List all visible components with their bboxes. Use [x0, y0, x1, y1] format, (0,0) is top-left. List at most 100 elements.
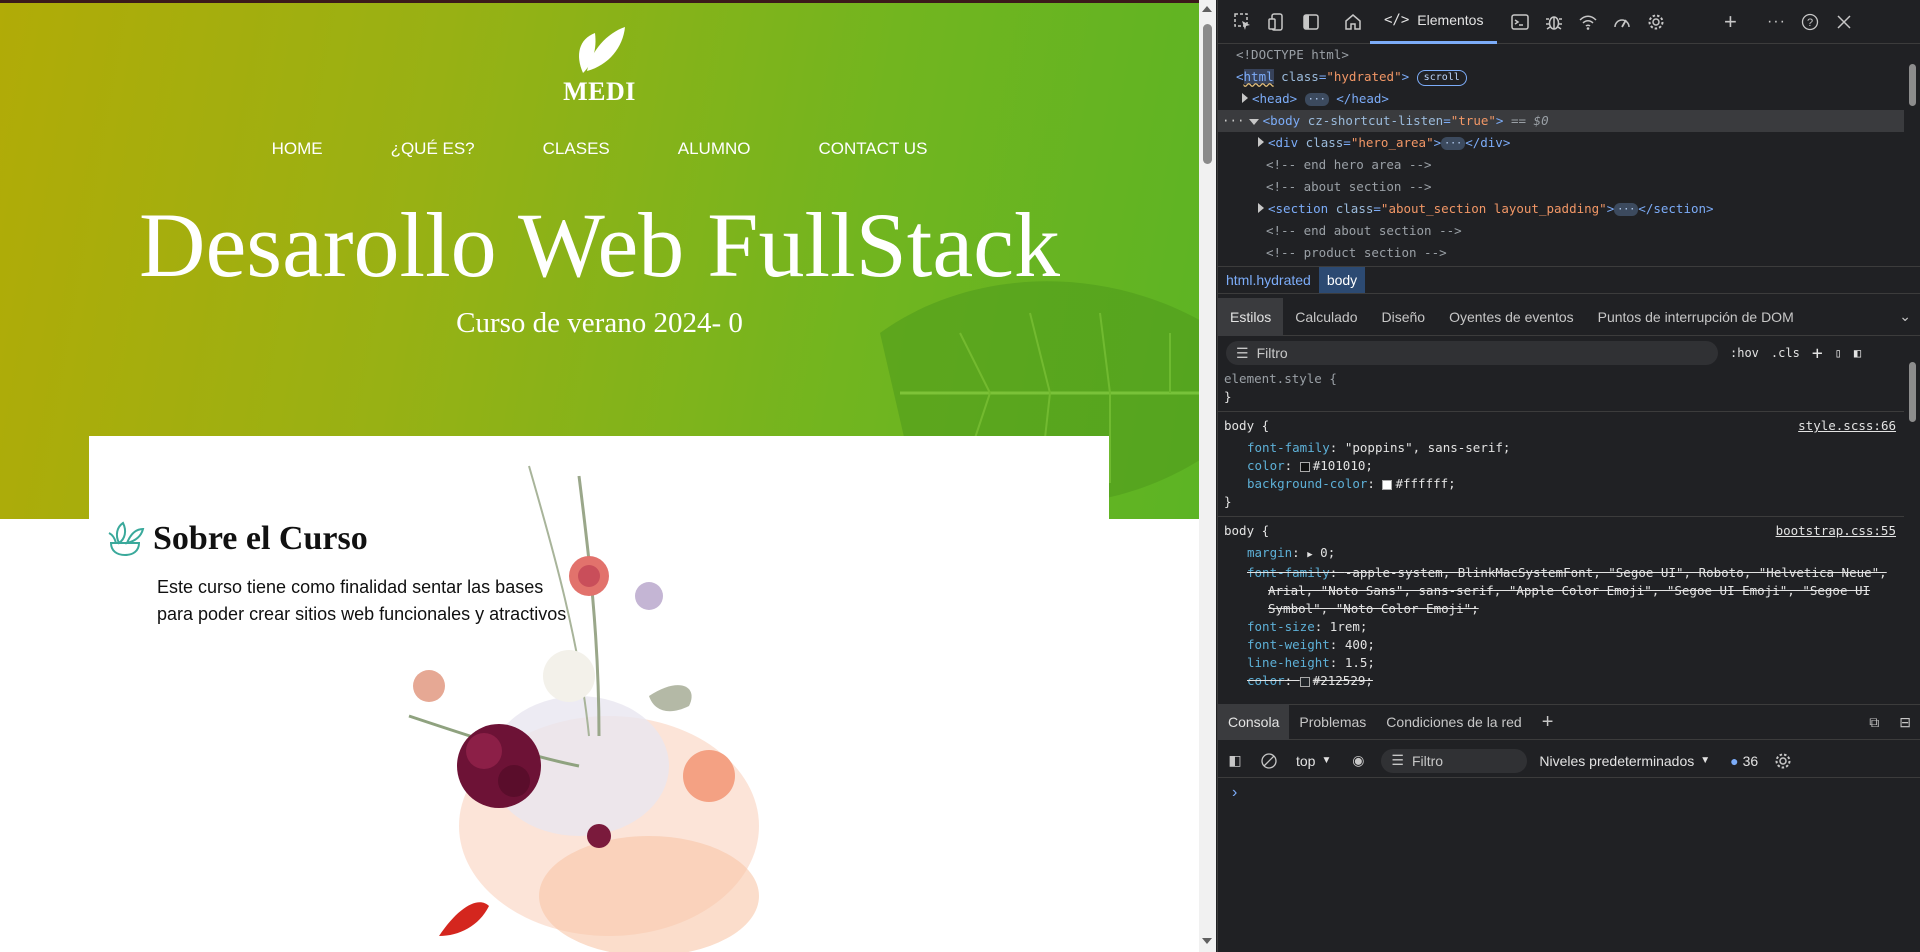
expand-arrow-icon[interactable]	[1242, 93, 1248, 103]
tab-problemas[interactable]: Problemas	[1289, 704, 1376, 740]
about-heading: Sobre el Curso	[105, 520, 368, 558]
nav-home[interactable]: HOME	[238, 139, 357, 159]
message-count-badge[interactable]: ● 36	[1722, 753, 1766, 769]
add-tab-plus-icon[interactable]: +	[1532, 704, 1564, 740]
dom-line-head[interactable]: <head> ··· </head>	[1218, 88, 1904, 110]
console-filter-input[interactable]: ☰ Filtro	[1381, 748, 1528, 773]
color-swatch[interactable]	[1299, 461, 1310, 472]
dock-icon[interactable]: ⧉	[1859, 704, 1889, 740]
scroll-up-arrow-icon[interactable]	[1202, 6, 1212, 12]
scroll-thumb[interactable]	[1909, 64, 1916, 106]
styles-filter-input[interactable]: ☰ Filtro	[1226, 341, 1718, 365]
code-icon: </>	[1384, 12, 1410, 28]
site-logo[interactable]: MEDI	[0, 25, 1199, 107]
collapse-arrow-icon[interactable]	[1248, 119, 1259, 125]
tab-calculado[interactable]: Calculado	[1283, 298, 1369, 336]
console-settings-gear-icon[interactable]	[1766, 744, 1800, 778]
device-icon[interactable]	[1260, 5, 1294, 39]
about-section: Sobre el Curso Este curso tiene como fin…	[89, 436, 1109, 952]
dom-line-comment[interactable]: <!-- product section -->	[1218, 242, 1904, 264]
tab-consola[interactable]: Consola	[1218, 704, 1290, 740]
css-property[interactable]: margin: ▶ 0;	[1218, 544, 1904, 564]
dom-line-hero-div[interactable]: <div class="hero_area"> ··· </div>	[1218, 132, 1904, 154]
scroll-thumb[interactable]	[1203, 24, 1212, 164]
rule-selector[interactable]: body {bootstrap.css:55	[1218, 522, 1904, 540]
plus-icon[interactable]: +	[1713, 5, 1747, 39]
element-style-selector[interactable]: element.style {	[1218, 370, 1904, 388]
hero-subtitle: Curso de verano 2024- 0	[456, 307, 743, 339]
hov-button[interactable]: :hov	[1730, 346, 1759, 360]
tab-condiciones-red[interactable]: Condiciones de la red	[1376, 704, 1531, 740]
dom-line-body[interactable]: ··· <body cz-shortcut-listen="true"> == $…	[1218, 110, 1904, 132]
css-property[interactable]: font-family: "poppins", sans-serif;	[1218, 439, 1904, 457]
css-property[interactable]: color: #101010;	[1218, 457, 1904, 475]
dom-line-comment[interactable]: <!-- end hero area -->	[1218, 154, 1904, 176]
scroll-thumb[interactable]	[1909, 362, 1916, 422]
source-link[interactable]: bootstrap.css:55	[1776, 522, 1896, 540]
eye-icon[interactable]: ◉	[1341, 744, 1375, 778]
flower-illustration	[408, 465, 759, 952]
about-text: Este curso tiene como finalidad sentar l…	[157, 577, 567, 624]
settings-gear-icon[interactable]	[1639, 5, 1673, 39]
styles-scrollbar[interactable]	[1904, 352, 1920, 702]
bug-icon[interactable]	[1537, 5, 1571, 39]
breadcrumb-body[interactable]: body	[1318, 267, 1366, 293]
css-property-overridden[interactable]: font-family: -apple-system, BlinkMacSyst…	[1218, 564, 1904, 618]
tab-dom-breakpoints[interactable]: Puntos de interrupción de DOM	[1586, 298, 1806, 336]
tab-elements[interactable]: </> Elementos	[1370, 0, 1498, 44]
dropdown-arrow-icon: ▼	[1321, 755, 1332, 766]
dom-tree-scrollbar[interactable]	[1904, 44, 1920, 266]
css-property-overridden[interactable]: color: #212529;	[1218, 672, 1904, 690]
dom-breadcrumb: html.hydrated body	[1218, 266, 1920, 294]
performance-icon[interactable]	[1605, 5, 1639, 39]
context-selector[interactable]: top ▼	[1286, 753, 1341, 769]
dom-line-comment[interactable]: <!-- about section -->	[1218, 176, 1904, 198]
css-property[interactable]: font-weight: 400;	[1218, 636, 1904, 654]
source-link[interactable]: style.scss:66	[1798, 417, 1896, 435]
color-swatch[interactable]	[1382, 479, 1393, 490]
css-property[interactable]: background-color: #ffffff;	[1218, 475, 1904, 493]
scroll-badge[interactable]: scroll	[1416, 69, 1467, 86]
home-icon[interactable]	[1336, 5, 1370, 39]
close-drawer-icon[interactable]: ⊟	[1889, 704, 1920, 740]
new-rule-plus-icon[interactable]: +	[1812, 343, 1823, 364]
clear-console-icon[interactable]	[1252, 744, 1286, 778]
chevron-down-icon[interactable]: ⌄	[1899, 308, 1911, 325]
logo-text: MEDI	[563, 77, 636, 106]
dom-line-doctype[interactable]: <!DOCTYPE html>	[1218, 44, 1904, 66]
css-property[interactable]: line-height: 1.5;	[1218, 654, 1904, 672]
dom-line-about-section[interactable]: <section class="about_section layout_pad…	[1218, 198, 1904, 220]
dom-line-comment[interactable]: <!-- end about section -->	[1218, 220, 1904, 242]
css-property[interactable]: font-size: 1rem;	[1218, 618, 1904, 636]
svg-text:?: ?	[1807, 17, 1813, 29]
cls-button[interactable]: .cls	[1771, 346, 1800, 360]
nav-contact-us[interactable]: CONTACT US	[784, 139, 961, 159]
page-scrollbar[interactable]	[1199, 0, 1216, 952]
console-prompt[interactable]: ›	[1232, 784, 1237, 802]
console-icon[interactable]	[1503, 5, 1537, 39]
tab-estilos[interactable]: Estilos	[1218, 297, 1284, 336]
toggle-sidebar-icon[interactable]: ◧	[1854, 346, 1861, 360]
filter-icon: ☰	[1236, 344, 1249, 361]
expand-arrow-icon[interactable]	[1258, 203, 1264, 213]
inspect-icon[interactable]	[1226, 5, 1260, 39]
help-icon[interactable]: ?	[1793, 5, 1827, 39]
close-icon[interactable]	[1827, 5, 1861, 39]
scroll-down-arrow-icon[interactable]	[1202, 938, 1212, 944]
paint-icon[interactable]: ▯	[1835, 346, 1842, 360]
expand-arrow-icon[interactable]	[1258, 137, 1264, 147]
nav-alumno[interactable]: ALUMNO	[644, 139, 785, 159]
tab-oyentes[interactable]: Oyentes de eventos	[1437, 298, 1586, 336]
more-icon[interactable]: ···	[1759, 5, 1793, 39]
breadcrumb-html[interactable]: html.hydrated	[1218, 267, 1319, 293]
color-swatch[interactable]	[1299, 676, 1310, 687]
dom-line-html[interactable]: <html class="hydrated"> scroll	[1218, 66, 1904, 88]
log-levels-dropdown[interactable]: Niveles predeterminados ▼	[1527, 753, 1722, 769]
nav-clases[interactable]: CLASES	[509, 139, 644, 159]
sidebar-icon[interactable]	[1294, 5, 1328, 39]
console-sidebar-icon[interactable]: ◧	[1218, 744, 1252, 778]
tab-diseno[interactable]: Diseño	[1370, 298, 1438, 336]
wifi-icon[interactable]	[1571, 5, 1605, 39]
rule-selector[interactable]: body {style.scss:66	[1218, 417, 1904, 435]
nav-que-es[interactable]: ¿QUÉ ES?	[357, 139, 509, 159]
